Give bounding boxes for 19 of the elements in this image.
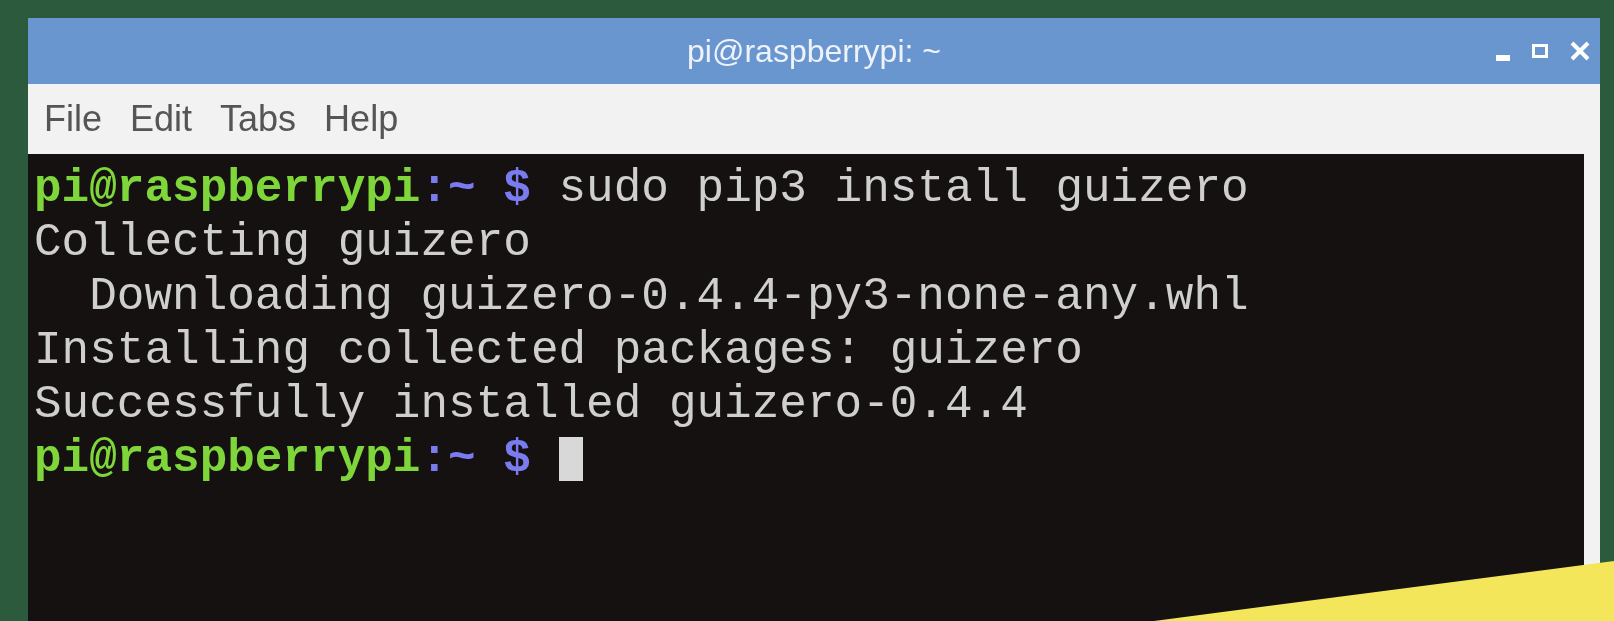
prompt-symbol: $ <box>502 432 531 486</box>
terminal-console[interactable] <box>28 154 1584 621</box>
output-line: Collecting guizero <box>34 216 531 270</box>
prompt-user: pi@raspberrypi <box>34 162 421 216</box>
prompt-path: :~ <box>420 432 476 486</box>
menu-item[interactable]: Tabs <box>220 92 297 146</box>
prompt-user: pi@raspberrypi <box>34 432 421 486</box>
close-icon[interactable] <box>1570 41 1590 61</box>
window-title: pi@raspberrypi: ~ <box>687 32 941 71</box>
prompt-symbol: $ <box>502 162 531 216</box>
menu-item[interactable]: Edit <box>130 92 193 146</box>
menu-item[interactable]: File <box>44 92 102 146</box>
prompt-path: :~ <box>420 162 476 216</box>
output-line: Installing collected packages: guizero <box>34 324 1083 378</box>
menu-item[interactable]: Help <box>324 92 399 146</box>
maximize-icon[interactable] <box>1532 44 1548 58</box>
command-text: sudo pip3 install guizero <box>557 162 1249 216</box>
output-line: Downloading guizero-0.4.4-py3-none-any.whl <box>88 270 1249 324</box>
output-line: Successfully installed guizero-0.4.4 <box>34 378 1028 432</box>
